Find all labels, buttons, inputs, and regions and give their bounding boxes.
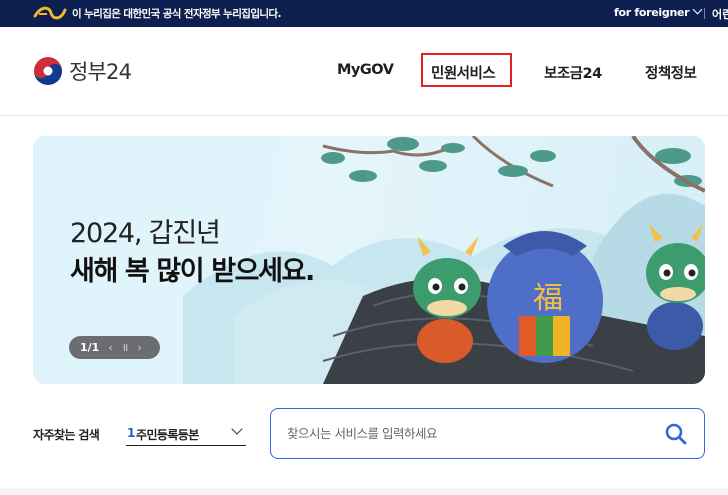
next-section-edge xyxy=(0,488,728,495)
banner-title: 새해 복 많이 받으세요. xyxy=(70,256,315,287)
service-search-box xyxy=(270,408,705,459)
nav-item-policy-info[interactable]: 정책정보 xyxy=(645,62,697,83)
frequent-search-rank: 1 xyxy=(127,426,136,440)
frequent-search-value: 주민등록등본 xyxy=(136,428,199,442)
banner-subtitle: 2024, 갑진년 xyxy=(70,218,221,249)
nav-item-mygov[interactable]: MyGOV xyxy=(337,62,394,78)
for-foreigner-dropdown[interactable]: for foreigner xyxy=(614,4,703,19)
nav-highlight-box xyxy=(421,53,512,87)
next-slide-button[interactable]: › xyxy=(137,341,141,354)
search-icon[interactable] xyxy=(664,422,688,446)
bag-character: 福 xyxy=(533,281,563,316)
official-site-notice: 이 누리집은 대한민국 공식 전자정부 누리집입니다. xyxy=(72,8,282,20)
pager-count: 1/1 xyxy=(80,341,100,354)
for-foreigner-label: for foreigner xyxy=(614,6,690,19)
frequent-search-label: 자주찾는 검색 xyxy=(33,428,100,442)
topbar-divider xyxy=(704,8,705,19)
top-notice-bar: 이 누리집은 대한민국 공식 전자정부 누리집입니다. for foreigne… xyxy=(0,0,728,27)
search-input[interactable] xyxy=(287,421,647,445)
frequent-search-select[interactable]: 1 주민등록등본 xyxy=(126,418,246,446)
main-banner[interactable]: 福 2024, 갑진년 새해 복 많이 받으세요. 1/1 ‹ ॥ › xyxy=(33,136,705,384)
banner-pager: 1/1 ‹ ॥ › xyxy=(69,336,160,359)
prev-slide-button[interactable]: ‹ xyxy=(108,341,112,354)
topbar-extra-link[interactable]: 어린 xyxy=(712,6,728,22)
nav-item-subsidy24[interactable]: 보조금24 xyxy=(544,62,602,83)
chevron-down-icon xyxy=(231,423,243,435)
pause-slide-button[interactable]: ॥ xyxy=(122,340,129,355)
e-government-logo-icon xyxy=(33,6,67,20)
site-header: 정부24 MyGOV 민원서비스 보조금24 정책정보 xyxy=(0,27,728,116)
chevron-down-icon xyxy=(692,4,703,15)
main-navigation: MyGOV 민원서비스 보조금24 정책정보 xyxy=(0,27,728,116)
